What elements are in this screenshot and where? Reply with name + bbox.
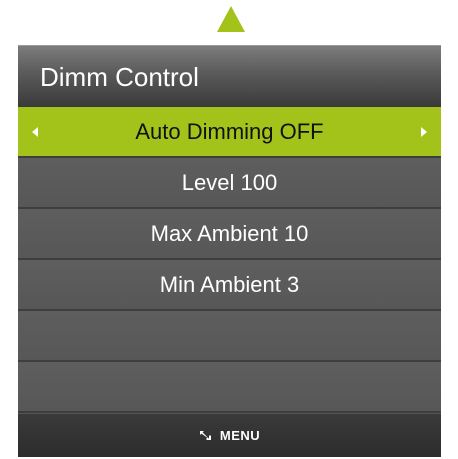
menu-item-empty [18,362,441,413]
menu-list: Auto Dimming OFF Level 100 Max Ambient 1… [18,107,441,413]
footer-bar: MENU [18,414,441,457]
dimm-control-panel: Dimm Control Auto Dimming OFF Level 100 … [18,45,441,457]
return-arrow-icon [199,431,211,441]
menu-item-label: Level 100 [181,170,278,195]
up-arrow-icon[interactable] [217,6,245,32]
menu-item-empty [18,311,441,362]
menu-label: MENU [219,428,261,444]
menu-item-label [18,311,441,360]
menu-item-label [18,362,441,411]
menu-item-label: Auto Dimming OFF [135,119,324,144]
menu-hint[interactable]: MENU [18,427,441,443]
menu-item-level[interactable]: Level 100 [18,158,441,209]
chevron-right-icon[interactable] [421,127,427,137]
menu-item-max-ambient[interactable]: Max Ambient 10 [18,209,441,260]
menu-item-label: Max Ambient 10 [150,221,309,246]
panel-title: Dimm Control [40,62,199,92]
title-bar: Dimm Control [18,45,441,107]
menu-item-auto-dimming[interactable]: Auto Dimming OFF [18,107,441,158]
menu-item-label: Min Ambient 3 [159,272,300,297]
menu-item-min-ambient[interactable]: Min Ambient 3 [18,260,441,311]
